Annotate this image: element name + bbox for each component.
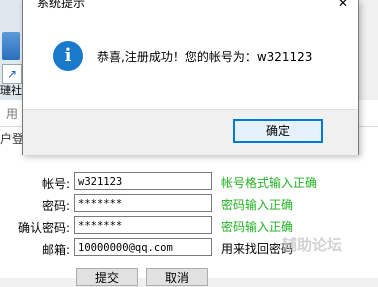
account-label: 帐号: <box>41 177 70 191</box>
account-hint: 帐号格式输入正确 <box>221 176 318 190</box>
forum-watermark: 辅助论坛 <box>282 236 343 254</box>
password-hint: 密码输入正确 <box>221 198 294 212</box>
desktop-icon-label: 璉社 <box>0 84 22 97</box>
account-input[interactable]: w321123 <box>74 172 212 190</box>
submit-button[interactable]: 提交 <box>76 268 138 286</box>
cancel-button[interactable]: 取消 <box>146 268 208 286</box>
confirm-password-label: 确认密码: <box>17 221 70 235</box>
register-subtitle: 户登 <box>0 132 25 146</box>
password-label: 密码: <box>41 199 70 213</box>
message-box-footer: 确定 <box>23 109 358 155</box>
close-icon[interactable]: ✕ <box>338 0 348 10</box>
password-input[interactable]: ******* <box>74 194 212 212</box>
message-box-title: 系统提示 <box>37 0 86 10</box>
confirm-password-input[interactable]: ******* <box>74 216 212 234</box>
email-label: 邮箱: <box>41 243 70 257</box>
desktop-app-icon[interactable] <box>2 32 20 60</box>
message-box: 系统提示 ✕ i 恭喜,注册成功！您的帐号为：w321123 确定 <box>22 0 359 155</box>
ok-button[interactable]: 确定 <box>233 119 323 143</box>
register-window-title: 用 <box>6 107 19 121</box>
desktop-shortcut-icon[interactable]: ↗ <box>2 64 22 84</box>
information-icon: i <box>53 41 83 71</box>
message-text: 恭喜,注册成功！您的帐号为：w321123 <box>97 50 313 64</box>
email-input[interactable]: 10000000@qq.com <box>74 238 212 256</box>
confirm-password-hint: 密码输入正确 <box>221 220 294 234</box>
